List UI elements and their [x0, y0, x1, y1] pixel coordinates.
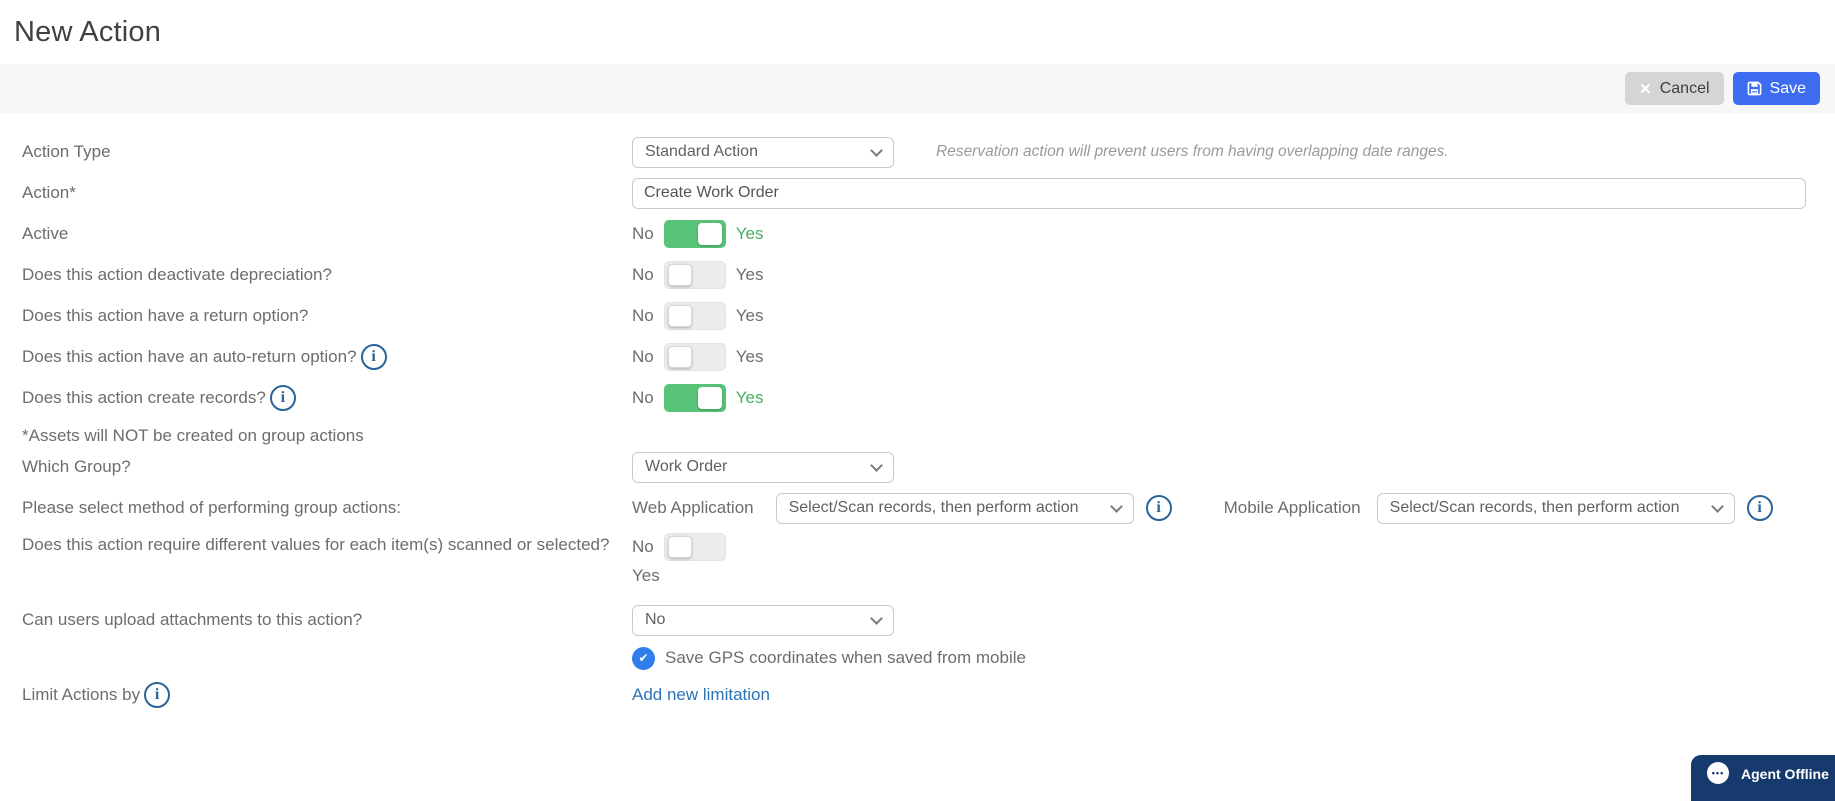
cancel-button-label: Cancel [1659, 79, 1710, 97]
chat-status-label: Agent Offline [1741, 766, 1829, 782]
toggle-yes-label: Yes [735, 388, 764, 407]
assets-note: *Assets will NOT be created on group act… [22, 426, 364, 445]
action-name-input[interactable] [632, 177, 1806, 209]
save-button[interactable]: Save [1732, 72, 1820, 105]
chevron-down-icon [870, 458, 883, 472]
gps-label: Save GPS coordinates when saved from mob… [665, 648, 1026, 667]
auto-return-toggle[interactable] [663, 343, 726, 371]
toggle-no-label: No [632, 388, 654, 407]
add-new-limitation-link[interactable]: Add new limitation [632, 685, 770, 705]
toggle-knob [667, 264, 692, 286]
action-type-label: Action Type [22, 142, 111, 161]
toggle-knob [667, 305, 692, 327]
close-icon: ✕ [1639, 80, 1652, 98]
deactivate-depreciation-label: Does this action deactivate depreciation… [22, 265, 332, 284]
web-application-select-value: Select/Scan records, then perform action [788, 499, 1079, 516]
auto-return-toggle-group: No Yes [632, 343, 763, 371]
action-type-select[interactable]: Standard Action [632, 136, 894, 168]
upload-attachments-select-value: No [645, 611, 666, 628]
row-return-option: Does this action have a return option? N… [0, 300, 1835, 332]
toggle-yes-label: Yes [735, 265, 764, 284]
which-group-label: Which Group? [22, 457, 131, 476]
reservation-note: Reservation action will prevent users fr… [936, 143, 1449, 160]
chevron-down-icon [870, 143, 883, 157]
limit-actions-label: Limit Actions by [22, 685, 141, 704]
which-group-select[interactable]: Work Order [632, 451, 894, 483]
toolbar: ✕ Cancel Save [0, 64, 1835, 113]
return-option-label: Does this action have a return option? [22, 306, 309, 325]
create-records-label: Does this action create records? [22, 388, 266, 407]
info-icon[interactable]: i [1145, 495, 1172, 521]
cancel-button[interactable]: ✕ Cancel [1625, 72, 1724, 105]
upload-attachments-label: Can users upload attachments to this act… [22, 610, 363, 629]
gps-checkbox[interactable]: ✔ [632, 646, 655, 670]
auto-return-label: Does this action have an auto-return opt… [22, 347, 357, 366]
group-method-label: Please select method of performing group… [22, 498, 401, 517]
row-different-values: Does this action require different value… [0, 533, 1835, 595]
row-limit-actions: Limit Actions by i Add new limitation [0, 680, 1835, 710]
check-icon: ✔ [638, 651, 649, 665]
row-assets-note: *Assets will NOT be created on group act… [0, 423, 1835, 449]
mobile-application-select[interactable]: Select/Scan records, then perform action [1376, 492, 1735, 524]
toggle-knob [667, 346, 692, 368]
toggle-knob [697, 223, 722, 245]
row-gps: ✔ Save GPS coordinates when saved from m… [0, 645, 1835, 671]
info-icon[interactable]: i [1746, 495, 1773, 521]
row-action-type: Action Type Standard Action Reservation … [0, 136, 1835, 168]
toggle-no-label: No [632, 224, 654, 243]
row-active: Active No Yes [0, 218, 1835, 250]
toggle-no-label: No [632, 347, 654, 366]
toggle-yes-label: Yes [735, 347, 764, 366]
row-group-method: Please select method of performing group… [0, 492, 1835, 524]
return-option-toggle-group: No Yes [632, 302, 763, 330]
web-application-select[interactable]: Select/Scan records, then perform action [775, 492, 1134, 524]
active-label: Active [22, 224, 69, 243]
save-icon [1747, 81, 1762, 96]
toggle-yes-label: Yes [735, 224, 764, 243]
toggle-knob [667, 536, 692, 558]
different-values-label: Does this action require different value… [22, 535, 610, 554]
web-application-label: Web Application [632, 498, 754, 517]
info-icon[interactable]: i [269, 385, 296, 411]
toggle-knob [697, 387, 722, 409]
mobile-application-label: Mobile Application [1223, 498, 1361, 517]
chevron-down-icon [870, 611, 883, 625]
page-header: New Action [0, 0, 1835, 64]
row-action-name: Action* [0, 177, 1835, 209]
toggle-no-label: No [632, 306, 654, 325]
info-icon[interactable]: i [360, 344, 387, 370]
deactivate-depreciation-toggle-group: No Yes [632, 261, 763, 289]
deactivate-depreciation-toggle[interactable] [663, 261, 726, 289]
row-create-records: Does this action create records? i No Ye… [0, 382, 1835, 414]
chevron-down-icon [1710, 499, 1724, 513]
row-auto-return: Does this action have an auto-return opt… [0, 341, 1835, 373]
upload-attachments-select[interactable]: No [632, 604, 894, 636]
create-records-toggle[interactable] [663, 384, 726, 412]
which-group-select-value: Work Order [645, 458, 728, 475]
row-deactivate-depreciation: Does this action deactivate depreciation… [0, 259, 1835, 291]
chat-widget[interactable]: ••• Agent Offline [1691, 755, 1835, 801]
active-toggle[interactable] [663, 220, 726, 248]
new-action-form: Action Type Standard Action Reservation … [0, 113, 1835, 710]
different-values-toggle[interactable] [663, 533, 726, 561]
chat-bubble-icon: ••• [1707, 762, 1729, 784]
toggle-no-label: No [632, 537, 654, 556]
toggle-yes-label: Yes [632, 566, 660, 585]
row-upload-attachments: Can users upload attachments to this act… [0, 604, 1835, 636]
action-type-select-value: Standard Action [645, 143, 758, 160]
toggle-yes-label: Yes [735, 306, 764, 325]
info-icon[interactable]: i [144, 682, 171, 708]
action-name-label: Action* [22, 183, 76, 202]
active-toggle-group: No Yes [632, 220, 763, 248]
chevron-down-icon [1109, 499, 1123, 513]
create-records-toggle-group: No Yes [632, 384, 763, 412]
row-which-group: Which Group? Work Order [0, 451, 1835, 483]
save-button-label: Save [1769, 79, 1806, 97]
different-values-toggle-group: No [632, 533, 726, 561]
page-title: New Action [14, 16, 162, 48]
toggle-no-label: No [632, 265, 654, 284]
return-option-toggle[interactable] [663, 302, 726, 330]
mobile-application-select-value: Select/Scan records, then perform action [1389, 499, 1680, 516]
